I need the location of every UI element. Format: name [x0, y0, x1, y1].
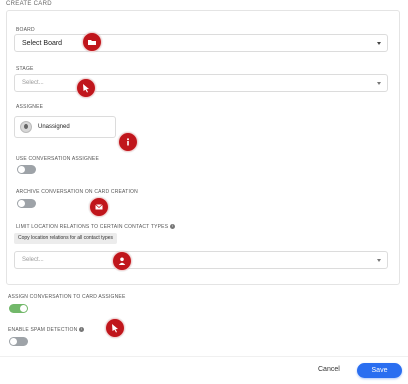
archive-conversation-label: ARCHIVE CONVERSATION ON CARD CREATION: [16, 189, 138, 195]
spam-detection-toggle[interactable]: [9, 337, 28, 346]
assignee-picker[interactable]: Unassigned: [14, 116, 116, 138]
archive-conversation-toggle[interactable]: [17, 199, 36, 208]
stage-select[interactable]: Select...: [14, 74, 388, 92]
assign-conversation-label: ASSIGN CONVERSATION TO CARD ASSIGNEE: [8, 294, 126, 300]
chevron-down-icon: [377, 42, 381, 45]
limit-location-label-text: LIMIT LOCATION RELATIONS TO CERTAIN CONT…: [16, 224, 169, 230]
form-title: CREATE CARD: [6, 1, 52, 7]
contact-types-placeholder: Select...: [22, 257, 44, 263]
copy-location-relations-button[interactable]: Copy location relations for all contact …: [14, 233, 118, 244]
contact-types-select[interactable]: Select...: [14, 251, 388, 269]
folder-icon: [88, 40, 96, 45]
person-marker: [112, 251, 132, 271]
stage-select-placeholder: Select...: [22, 80, 44, 86]
assign-conversation-toggle[interactable]: [9, 304, 28, 313]
envelope-marker: [89, 197, 109, 217]
cancel-button[interactable]: Cancel: [318, 366, 340, 373]
info-icon[interactable]: i: [170, 224, 176, 230]
cursor-marker: [105, 318, 125, 338]
cursor-marker: [76, 78, 96, 98]
info-marker: [118, 132, 138, 152]
assignee-name: Unassigned: [38, 124, 70, 130]
use-conversation-assignee-label: USE CONVERSATION ASSIGNEE: [16, 156, 99, 162]
board-label: BOARD: [16, 27, 35, 33]
stage-label: STAGE: [16, 66, 34, 72]
chevron-down-icon: [377, 82, 381, 85]
envelope-icon: [95, 204, 103, 210]
cursor-icon: [83, 84, 89, 93]
limit-location-label: LIMIT LOCATION RELATIONS TO CERTAIN CONT…: [16, 224, 176, 230]
board-select-value: Select Board: [22, 40, 63, 47]
save-button[interactable]: Save: [357, 363, 402, 378]
assignee-label: ASSIGNEE: [16, 104, 44, 110]
avatar: [20, 121, 32, 133]
info-icon: [127, 138, 129, 146]
chevron-down-icon: [377, 259, 381, 262]
info-icon[interactable]: i: [79, 327, 85, 333]
spam-detection-label: ENABLE SPAM DETECTION i: [8, 327, 85, 333]
cursor-icon: [112, 324, 118, 333]
folder-marker: [82, 32, 102, 52]
board-select[interactable]: Select Board: [14, 34, 388, 52]
use-conversation-assignee-toggle[interactable]: [17, 165, 36, 174]
person-icon: [118, 257, 126, 265]
footer-divider: [0, 356, 408, 357]
spam-detection-label-text: ENABLE SPAM DETECTION: [8, 327, 78, 333]
